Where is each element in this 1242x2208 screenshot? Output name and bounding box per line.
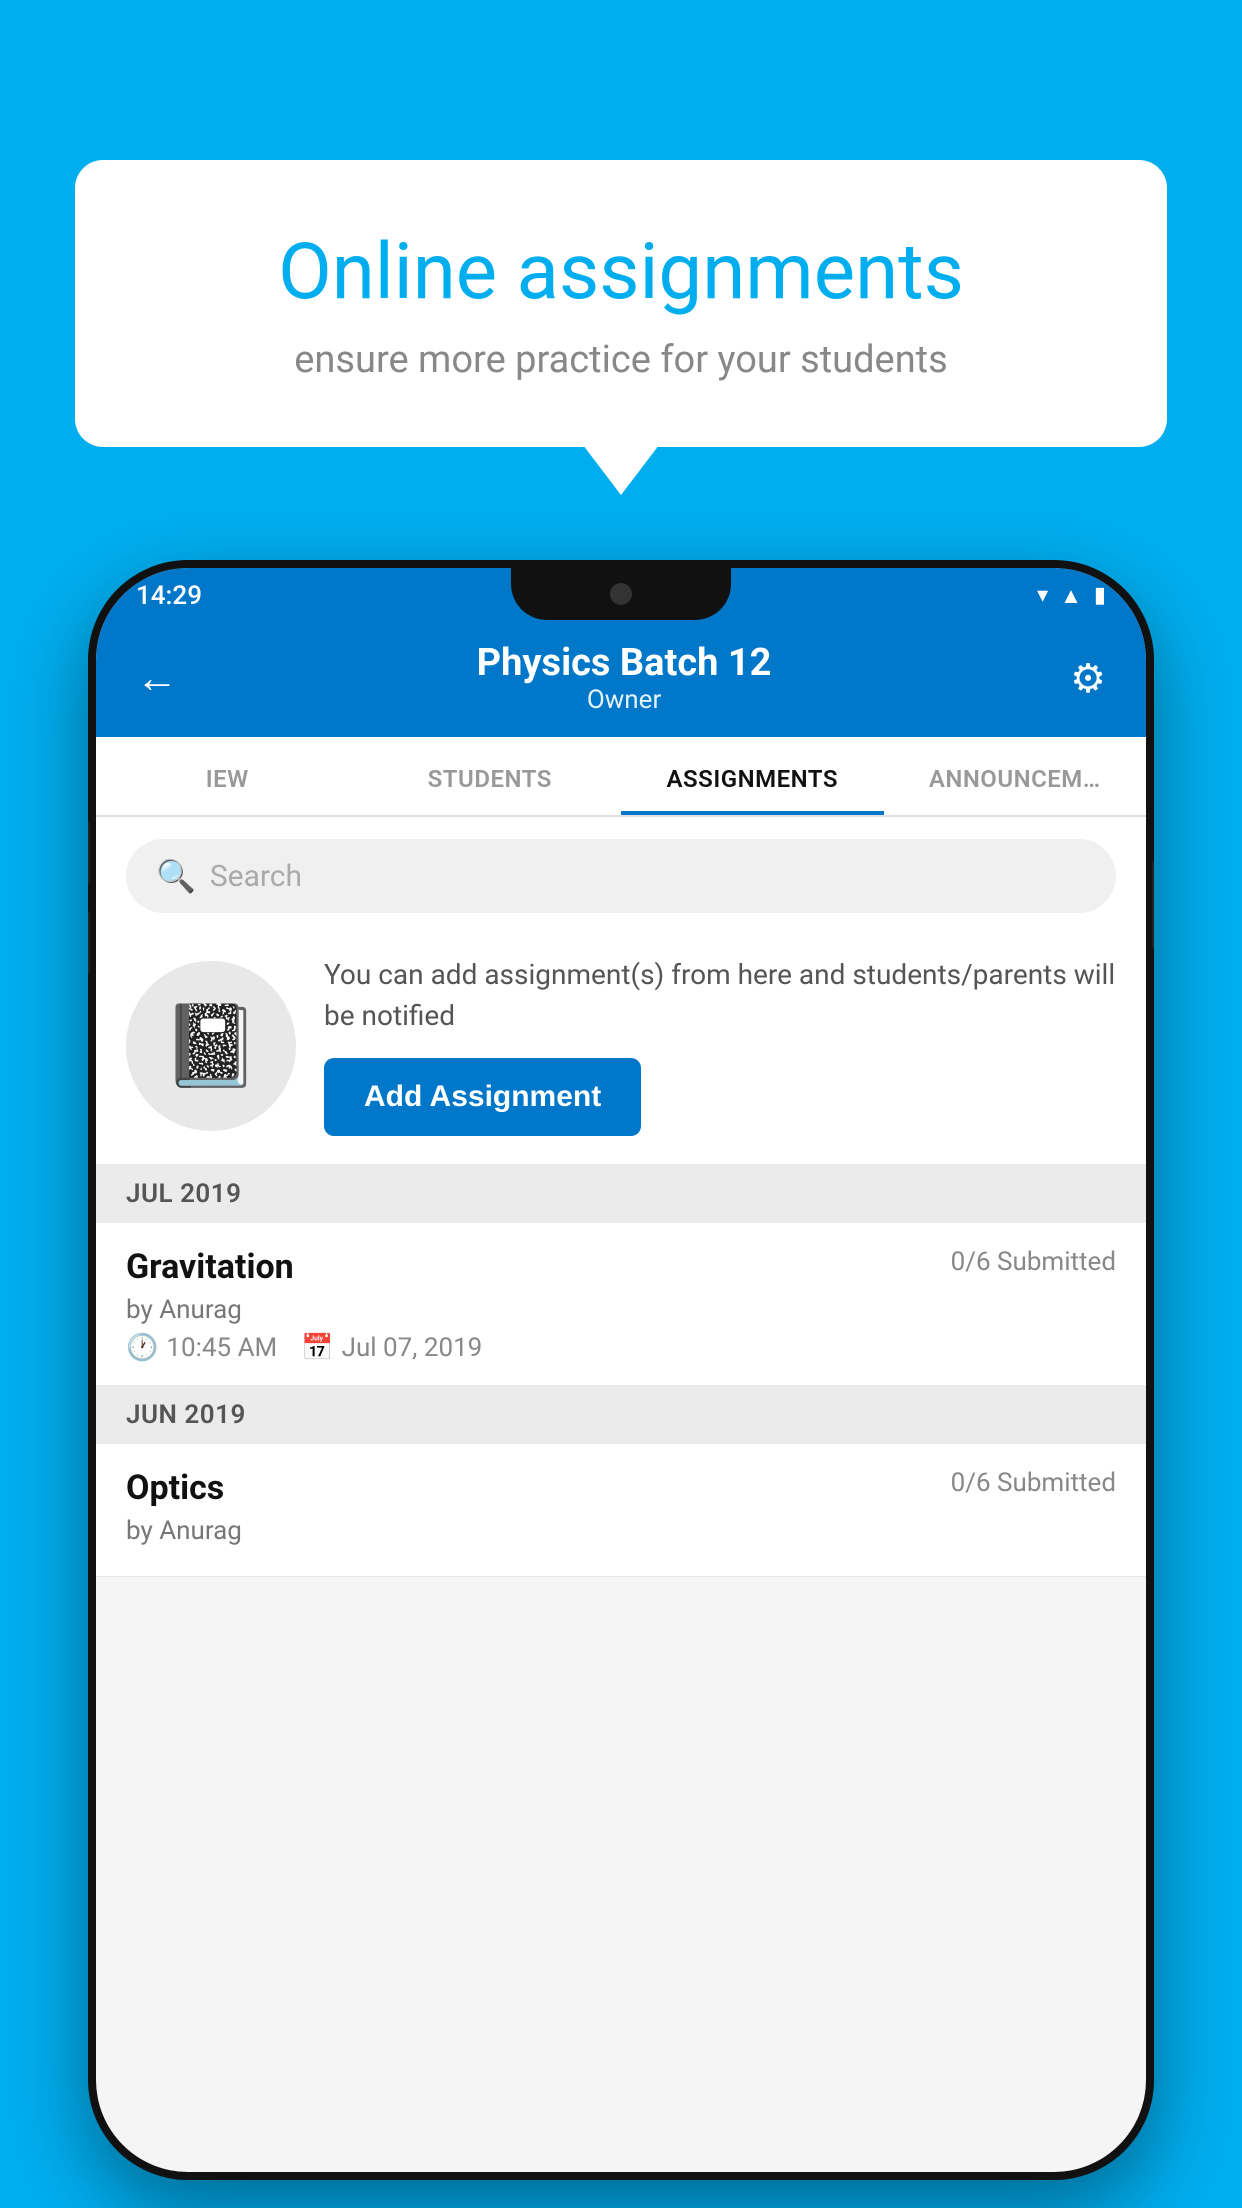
add-assignment-button[interactable]: Add Assignment [324,1058,641,1136]
tab-announcements[interactable]: ANNOUNCEM… [884,737,1147,815]
assignment-name: Gravitation [126,1247,294,1287]
optics-by: by Anurag [126,1516,1116,1546]
back-button[interactable]: ← [136,654,178,703]
status-time: 14:29 [136,581,202,611]
content-area: 🔍 Search 📓 You can add assignment(s) fro… [96,817,1146,1577]
assignment-submitted: 0/6 Submitted [951,1247,1116,1277]
bubble-title: Online assignments [155,230,1087,316]
phone-screen: 14:29 ▾ ▲ ▮ ← Physics Batch 12 Owner ⚙ I… [96,568,1146,2172]
bubble-subtitle: ensure more practice for your students [155,338,1087,382]
tab-assignments[interactable]: ASSIGNMENTS [621,737,884,815]
assignment-date: Jul 07, 2019 [342,1333,483,1363]
date-meta: 📅 Jul 07, 2019 [301,1333,482,1363]
assignment-by: by Anurag [126,1295,1116,1325]
battery-icon: ▮ [1094,583,1106,608]
app-header: ← Physics Batch 12 Owner ⚙ [96,623,1146,737]
wifi-icon: ▾ [1037,583,1048,608]
search-bar[interactable]: 🔍 Search [126,839,1116,913]
assignment-meta: 🕐 10:45 AM 📅 Jul 07, 2019 [126,1333,1116,1363]
speech-bubble: Online assignments ensure more practice … [75,160,1167,447]
optics-header: Optics 0/6 Submitted [126,1468,1116,1508]
signal-icon: ▲ [1060,583,1082,609]
clock-icon: 🕐 [126,1333,158,1363]
tab-students[interactable]: STUDENTS [359,737,622,815]
optics-submitted: 0/6 Submitted [951,1468,1116,1498]
owner-label: Owner [477,685,772,715]
batch-name: Physics Batch 12 [477,641,772,685]
status-icons: ▾ ▲ ▮ [1037,583,1106,609]
assignment-time: 10:45 AM [166,1333,277,1363]
promo-text: You can add assignment(s) from here and … [324,955,1116,1036]
month-header-jun: JUN 2019 [96,1386,1146,1444]
power-button [1152,860,1154,950]
search-placeholder: Search [210,859,302,894]
camera [610,583,632,605]
assignment-item-gravitation[interactable]: Gravitation 0/6 Submitted by Anurag 🕐 10… [96,1223,1146,1386]
promo-content: You can add assignment(s) from here and … [324,955,1116,1136]
optics-name: Optics [126,1468,224,1508]
month-header-jul: JUL 2019 [96,1165,1146,1223]
header-center: Physics Batch 12 Owner [477,641,772,715]
assignment-item-optics[interactable]: Optics 0/6 Submitted by Anurag [96,1444,1146,1577]
promo-card: Online assignments ensure more practice … [75,160,1167,447]
volume-down-button [88,910,90,975]
promo-icon-circle: 📓 [126,961,296,1131]
tab-overview[interactable]: IEW [96,737,359,815]
time-meta: 🕐 10:45 AM [126,1333,277,1363]
promo-section: 📓 You can add assignment(s) from here an… [96,931,1146,1165]
assignment-header: Gravitation 0/6 Submitted [126,1247,1116,1287]
phone-frame: 14:29 ▾ ▲ ▮ ← Physics Batch 12 Owner ⚙ I… [88,560,1154,2180]
search-icon: 🔍 [156,857,196,895]
tabs-bar: IEW STUDENTS ASSIGNMENTS ANNOUNCEM… [96,737,1146,817]
calendar-icon: 📅 [301,1333,333,1363]
phone-notch [511,568,731,620]
volume-up-button [88,820,90,885]
settings-button[interactable]: ⚙ [1070,655,1106,702]
notebook-icon: 📓 [161,999,261,1093]
